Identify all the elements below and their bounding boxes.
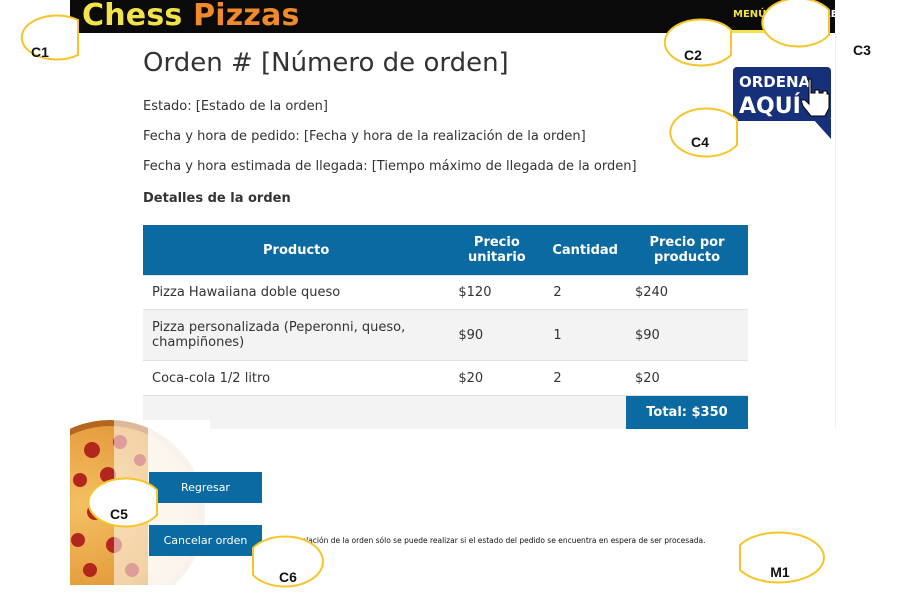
callout-c3: C3 bbox=[853, 42, 871, 58]
callout-c4: C4 bbox=[691, 134, 709, 150]
callout-c1: C1 bbox=[31, 44, 49, 60]
callout-layer bbox=[20, 0, 830, 588]
callout-c2: C2 bbox=[684, 47, 702, 63]
callout-m1: M1 bbox=[770, 564, 790, 580]
callout-c3-bubble bbox=[761, 0, 830, 48]
callout-c6: C6 bbox=[279, 569, 297, 585]
callout-c5: C5 bbox=[110, 506, 128, 522]
